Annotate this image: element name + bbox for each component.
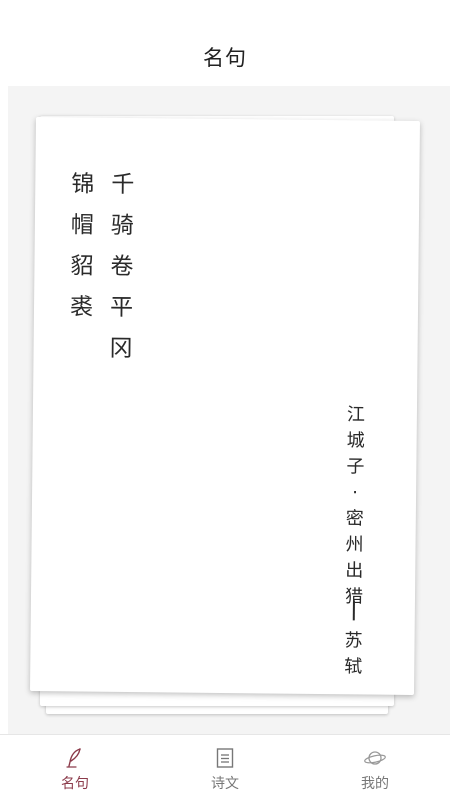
verse-char: 貂 (70, 253, 94, 280)
source-char: 子 (346, 456, 365, 478)
app-root: 名句 千 骑 卷 平 冈 锦 帽 貂 裘 江 城 子 · 密 州 出 猎 苏 轼… (0, 0, 450, 800)
verse-line-1: 千 骑 卷 平 冈 (109, 165, 134, 370)
tab-mine[interactable]: 我的 (300, 735, 450, 800)
verse-char: 锦 (71, 171, 95, 198)
quill-icon (63, 747, 87, 769)
tab-poems[interactable]: 诗文 (150, 735, 300, 800)
source-char: · (352, 482, 359, 504)
bottom-tab-bar: 名句 诗文 我的 (0, 734, 450, 800)
tab-label: 我的 (361, 776, 389, 792)
verse-char: 卷 (110, 253, 134, 281)
author-char: 苏 (344, 630, 363, 652)
verse-char: 千 (111, 171, 135, 199)
quote-card[interactable]: 千 骑 卷 平 冈 锦 帽 貂 裘 江 城 子 · 密 州 出 猎 苏 轼 (30, 117, 420, 695)
source-char: 出 (345, 560, 364, 582)
source-char: 城 (346, 430, 365, 452)
planet-icon (363, 747, 387, 769)
verse-char: 平 (109, 294, 134, 322)
author-dash (352, 600, 355, 621)
poem-author: 苏 轼 (344, 594, 363, 680)
tab-label: 诗文 (211, 776, 239, 792)
source-char: 江 (346, 404, 366, 426)
verse-char: 帽 (70, 212, 95, 239)
source-char: 密 (345, 508, 364, 530)
verse-char: 骑 (110, 212, 135, 240)
verse-char: 裘 (69, 294, 94, 321)
tab-famous-quotes[interactable]: 名句 (0, 735, 150, 800)
verse-char: 冈 (109, 335, 133, 363)
page-title: 名句 (203, 46, 247, 70)
verse-line-2: 锦 帽 貂 裘 (70, 164, 95, 328)
document-icon (213, 747, 237, 769)
author-char: 轼 (344, 656, 363, 678)
tab-label: 名句 (61, 776, 89, 792)
poem-source: 江 城 子 · 密 州 出 猎 (345, 402, 365, 610)
source-char: 州 (345, 534, 364, 556)
title-bar: 名句 (0, 0, 450, 86)
